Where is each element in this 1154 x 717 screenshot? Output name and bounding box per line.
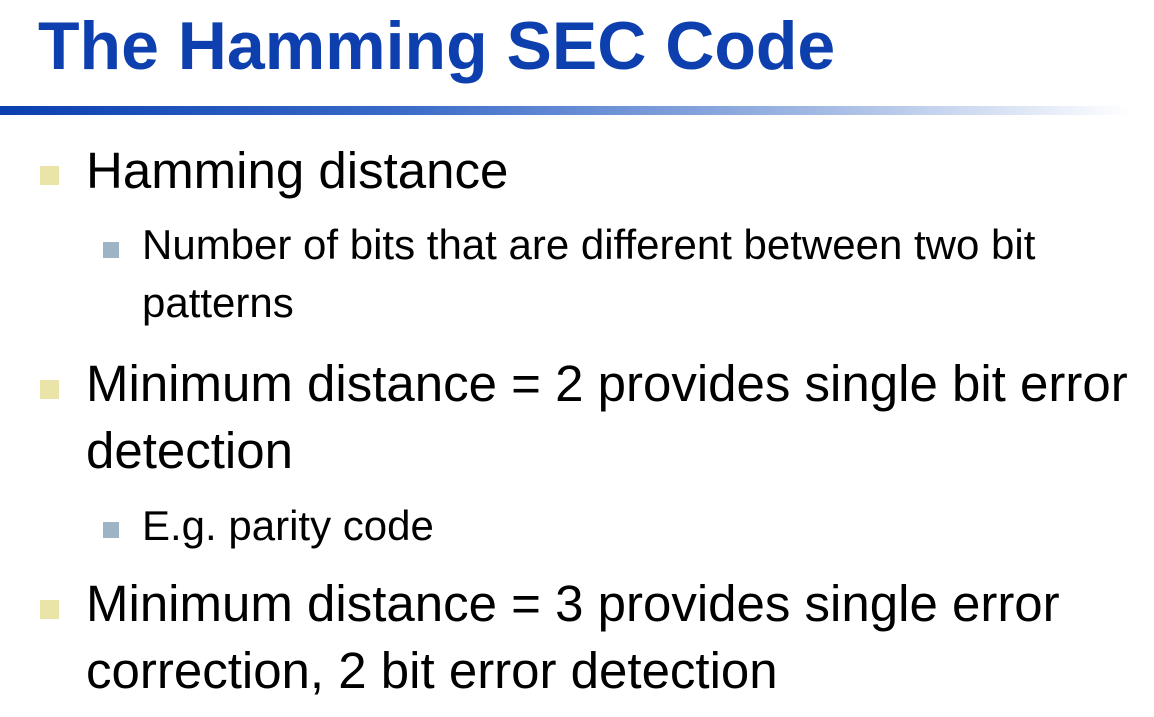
sub-bullet-square-icon	[103, 522, 119, 538]
sub-bullet-text: E.g. parity code	[142, 502, 434, 549]
bullet-text: Minimum distance = 3 provides single err…	[86, 575, 1060, 699]
title-underline	[0, 106, 1154, 115]
bullet-square-icon	[40, 166, 59, 185]
bullet-text: Hamming distance	[86, 142, 509, 199]
bullet-square-icon	[40, 600, 59, 619]
bullet-square-icon	[40, 380, 59, 399]
sub-bullet-square-icon	[103, 242, 119, 258]
sub-bullet-text: Number of bits that are different betwee…	[142, 221, 1036, 326]
slide-title: The Hamming SEC Code	[38, 8, 836, 84]
bullet-text: Minimum distance = 2 provides single bit…	[86, 355, 1128, 479]
